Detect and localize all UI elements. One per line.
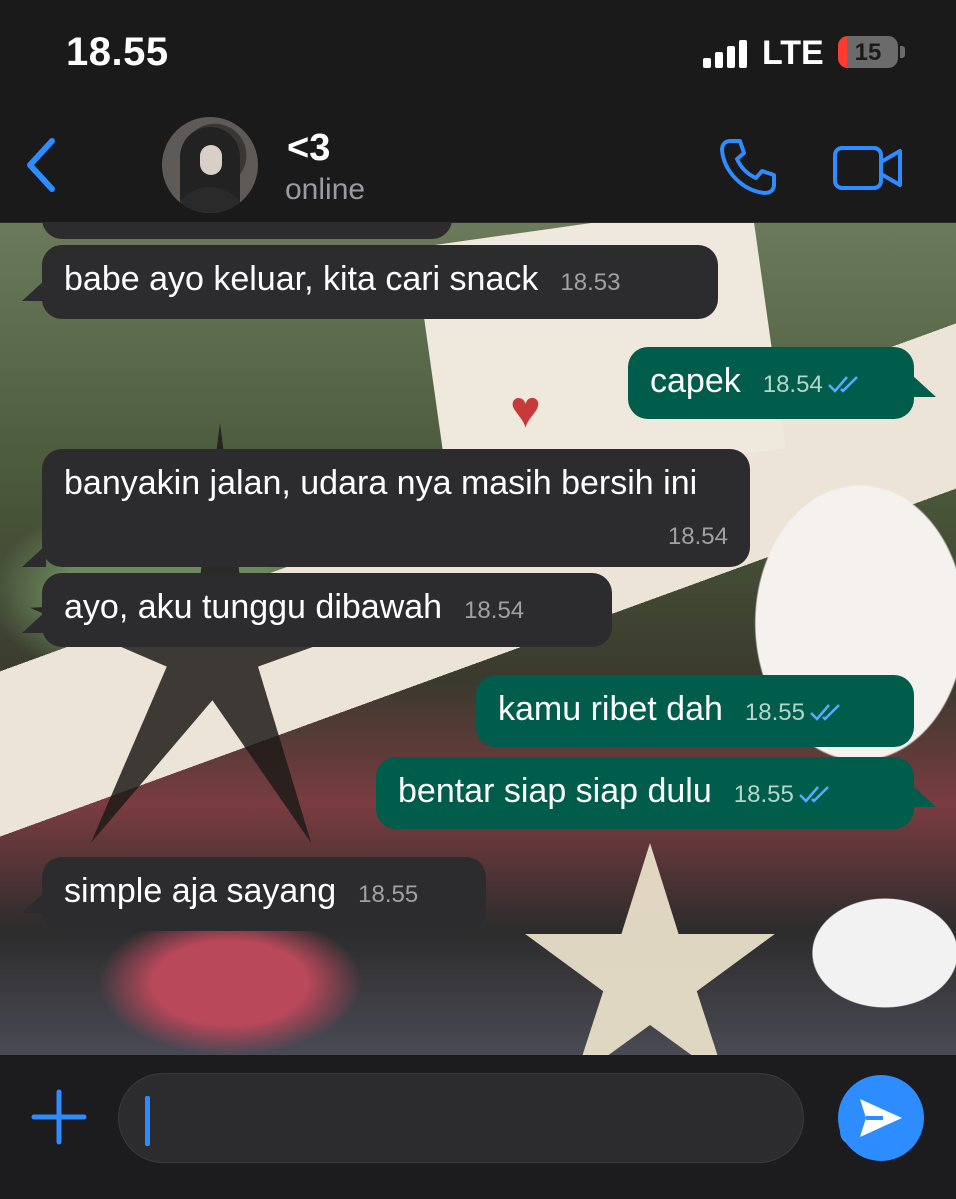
contact-name[interactable]: <3	[287, 127, 330, 170]
message-time: 18.54	[762, 371, 823, 398]
previous-message-bubble	[42, 223, 452, 239]
message-input[interactable]	[118, 1073, 888, 1163]
message-time: 18.54	[667, 523, 728, 550]
bubble-tail	[912, 375, 936, 397]
read-receipt-icon	[827, 376, 858, 393]
message-bubble-outgoing[interactable]: kamu ribet dah 18.55	[476, 675, 914, 747]
signal-bars-icon	[703, 38, 749, 68]
voice-call-button[interactable]	[716, 135, 780, 199]
message-bubble-incoming[interactable]: ayo, aku tunggu dibawah 18.54	[42, 573, 612, 647]
send-button[interactable]	[838, 1075, 924, 1161]
text-cursor	[145, 1096, 150, 1146]
send-icon	[860, 1099, 902, 1137]
message-text: capek	[650, 362, 741, 400]
video-camera-icon	[833, 146, 902, 190]
battery-icon: 15	[838, 36, 898, 68]
chat-area[interactable]: ♥ babe ayo keluar, kita cari snack 18.53 …	[0, 223, 956, 1055]
avatar-face	[200, 145, 222, 175]
contact-status: online	[285, 173, 366, 206]
phone-icon	[720, 139, 776, 195]
message-time: 18.54	[464, 597, 525, 624]
message-text: ayo, aku tunggu dibawah	[64, 588, 443, 626]
message-text: banyakin jalan, udara nya masih bersih i…	[64, 464, 698, 502]
message-input-bar	[0, 1055, 956, 1199]
message-bubble-outgoing[interactable]: capek 18.54	[628, 347, 914, 419]
chat-header: <3 online	[0, 105, 956, 223]
message-text: simple aja sayang	[64, 872, 337, 910]
status-time: 18.55	[66, 30, 169, 74]
battery-tip	[900, 46, 905, 58]
message-time: 18.53	[560, 269, 621, 296]
read-receipt-icon	[810, 704, 840, 721]
message-time: 18.55	[744, 699, 805, 726]
wallpaper-heart: ♥	[510, 381, 541, 439]
message-bubble-incoming[interactable]: banyakin jalan, udara nya masih bersih i…	[42, 449, 750, 567]
contact-avatar[interactable]	[162, 117, 258, 213]
message-text: babe ayo keluar, kita cari snack	[64, 260, 539, 298]
message-time: 18.55	[358, 881, 419, 908]
battery-percentage: 15	[854, 39, 882, 66]
status-bar: 18.55 LTE 15	[0, 0, 956, 105]
message-bubble-outgoing[interactable]: bentar siap siap dulu 18.55	[376, 757, 914, 829]
video-call-button[interactable]	[832, 143, 904, 193]
message-text: kamu ribet dah	[498, 690, 723, 728]
wallpaper-paper-star	[525, 843, 775, 1055]
network-type: LTE	[762, 34, 824, 72]
attach-button[interactable]	[30, 1088, 88, 1146]
message-bubble-incoming[interactable]: babe ayo keluar, kita cari snack 18.53	[42, 245, 718, 319]
message-time: 18.55	[733, 781, 794, 808]
chevron-left-icon	[27, 138, 55, 192]
back-button[interactable]	[18, 135, 66, 195]
bubble-tail	[912, 785, 936, 807]
plus-icon	[31, 1089, 87, 1145]
message-text: bentar siap siap dulu	[398, 772, 712, 810]
read-receipt-icon	[798, 786, 829, 803]
message-bubble-incoming[interactable]: simple aja sayang 18.55	[42, 857, 486, 931]
